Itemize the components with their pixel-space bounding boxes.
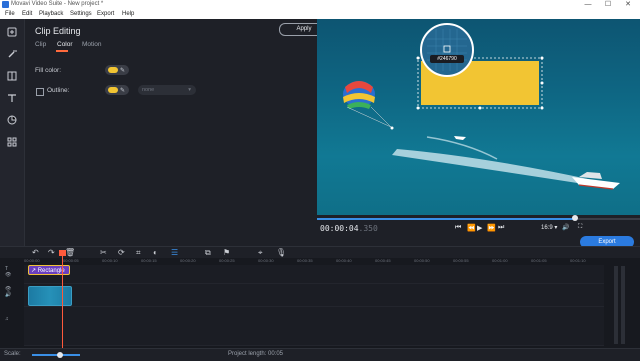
menu-playback[interactable]: Playback (39, 10, 63, 19)
ruler-tick-label: 00:00:30 (258, 258, 274, 263)
outline-color-swatch (108, 87, 118, 93)
video-preview[interactable]: #246790 (317, 19, 640, 215)
title-track-icons: T 👁 (5, 266, 12, 278)
audio-track[interactable] (24, 307, 604, 346)
step-forward-icon[interactable]: ⏩ (487, 224, 496, 232)
menu-export[interactable]: Export (97, 10, 114, 19)
scale-slider-handle[interactable] (57, 352, 63, 358)
audio-level-meter (612, 264, 630, 344)
stickers-icon[interactable] (5, 113, 19, 127)
ruler-tick-label: 00:01:05 (531, 258, 547, 263)
color-magnifier (420, 23, 474, 77)
skip-forward-icon[interactable]: ⏭ (498, 224, 504, 232)
step-back-icon[interactable]: ⏪ (467, 224, 476, 232)
active-tab-indicator (56, 50, 68, 52)
progress-fill (317, 218, 576, 220)
minimize-button[interactable]: — (580, 0, 596, 10)
tab-motion[interactable]: Motion (82, 41, 102, 48)
close-button[interactable]: ✕ (620, 0, 636, 10)
play-icon[interactable]: ▶ (477, 224, 482, 232)
import-icon[interactable] (5, 25, 19, 39)
fill-color-picker[interactable]: ✎ (105, 65, 129, 75)
color-hex-readout: #246790 (430, 55, 464, 63)
project-length-label: Project length: (228, 351, 267, 357)
ruler-tick-label: 00:00:35 (297, 258, 313, 263)
eyedropper-icon: ✎ (120, 87, 126, 94)
fill-color-label: Fill color: (35, 67, 62, 74)
timecode: 00:00:04.350 (320, 224, 378, 233)
window-title: Movavi Video Suite - New project * (11, 1, 104, 7)
title-track[interactable] (24, 265, 604, 284)
timecode-ms: .350 (358, 224, 378, 233)
preview-scene (343, 23, 620, 190)
progress-handle[interactable] (572, 215, 579, 221)
transitions-icon[interactable] (5, 69, 19, 83)
magic-wand-icon[interactable] (5, 47, 19, 61)
ruler-tick-label: 00:00:05 (63, 258, 79, 263)
tab-clip[interactable]: Clip (35, 41, 46, 48)
menu-settings[interactable]: Settings (70, 10, 92, 19)
chevron-down-icon: ▾ (188, 87, 191, 93)
project-length-value: 00:05 (268, 351, 284, 357)
fullscreen-icon[interactable]: ⛶ (578, 224, 582, 231)
aspect-ratio-select[interactable]: 16:9 ▾ (541, 224, 557, 231)
outline-style-select[interactable]: none ▾ (138, 85, 196, 95)
eyedropper-icon: ✎ (120, 67, 126, 74)
ruler-tick-label: 00:00:20 (180, 258, 196, 263)
ruler-tick-label: 00:01:10 (570, 258, 586, 263)
parasail (343, 81, 394, 130)
ruler-tick-label: 00:00:45 (375, 258, 391, 263)
ruler-tick-label: 00:00:10 (102, 258, 118, 263)
more-tools-icon[interactable] (5, 135, 19, 149)
menu-file[interactable]: File (5, 10, 15, 19)
speedboat (572, 172, 620, 190)
title-bar: Movavi Video Suite - New project * — ☐ ✕ (0, 0, 640, 10)
maximize-button[interactable]: ☐ (600, 0, 616, 10)
ruler-tick-label: 00:00:25 (219, 258, 235, 263)
titles-icon[interactable] (5, 91, 19, 105)
video-clip[interactable] (28, 286, 72, 306)
music-note-icon: ♫ (5, 316, 9, 322)
tab-color[interactable]: Color (57, 41, 73, 48)
timecode-main: 00:00:04 (320, 224, 359, 233)
panel-title: Clip Editing (35, 26, 81, 36)
clip-editing-panel: Clip Editing Apply Clip Color Motion Fil… (25, 19, 329, 246)
app-logo-icon (2, 1, 9, 8)
ruler-tick-label: 00:01:00 (492, 258, 508, 263)
title-clip-icon: ↗ (31, 268, 38, 274)
video-track-icons: 👁 🔊 (5, 286, 12, 298)
menu-edit[interactable]: Edit (22, 10, 32, 19)
timeline-ruler[interactable]: 00:00:00 00:00:05 00:00:10 00:00:15 00:00:20… (24, 258, 604, 265)
scale-label: Scale: (4, 351, 21, 357)
ruler-tick-label: 00:00:40 (336, 258, 352, 263)
outline-checkbox[interactable] (36, 88, 44, 96)
skip-back-icon[interactable]: ⏮ (455, 224, 461, 232)
fill-color-swatch (108, 67, 118, 73)
outline-color-picker[interactable]: ✎ (105, 85, 129, 95)
title-clip-label: Rectangle (37, 268, 65, 274)
volume-icon[interactable]: 🔊 (562, 224, 569, 231)
ruler-tick-label: 00:00:15 (141, 258, 157, 263)
tool-strip (0, 19, 25, 246)
playhead[interactable] (62, 251, 63, 348)
title-clip[interactable]: ↗ Rectangle (28, 265, 70, 275)
ruler-tick-label: 00:00:55 (453, 258, 469, 263)
video-track[interactable] (24, 284, 604, 307)
scale-slider[interactable] (32, 354, 80, 356)
timeline[interactable]: 00:00:00 00:00:05 00:00:10 00:00:15 00:00:20… (0, 250, 640, 348)
status-bar: Scale: Project length: 00:05 (0, 348, 640, 361)
outline-label: Outline: (47, 87, 70, 94)
ruler-tick-label: 00:00:50 (414, 258, 430, 263)
outline-style-value: none (142, 87, 155, 93)
ruler-tick-label: 00:00:00 (24, 258, 40, 263)
menu-help[interactable]: Help (122, 10, 134, 19)
